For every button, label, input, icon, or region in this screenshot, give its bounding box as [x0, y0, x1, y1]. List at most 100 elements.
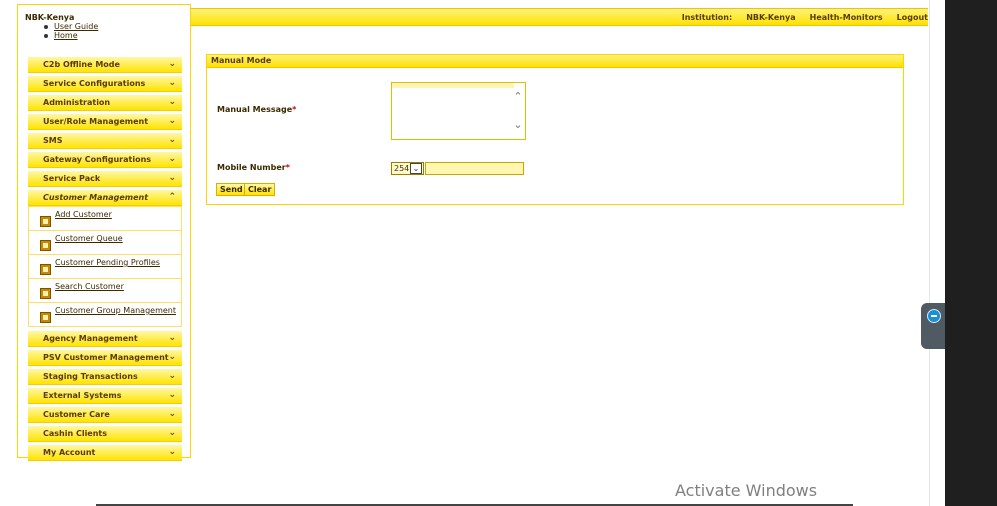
- search-icon: [40, 288, 51, 299]
- top-bar: Institution: NBK-Kenya Health-Monitors L…: [190, 8, 928, 26]
- country-code-value: 254: [394, 164, 410, 173]
- mobile-number-label: Mobile Number*: [217, 163, 290, 172]
- sidebar-menu: C2b Offline Mode ⌄ Service Configuration…: [28, 57, 182, 464]
- add-user-icon: [40, 216, 51, 227]
- chevron-down-icon: ⌄: [168, 333, 176, 343]
- teamviewer-icon: [927, 309, 941, 323]
- bullet-icon: [44, 24, 48, 29]
- submenu-item-customer-queue[interactable]: Customer Queue: [29, 230, 181, 254]
- header-link-user-guide[interactable]: User Guide: [44, 22, 98, 31]
- top-links: Institution: NBK-Kenya Health-Monitors L…: [675, 9, 928, 25]
- sidebar-item-label: Service Configurations: [43, 79, 146, 88]
- sidebar-item-customer-care[interactable]: Customer Care ⌄: [28, 407, 182, 423]
- scroll-down-icon[interactable]: ⌄: [513, 119, 523, 130]
- sidebar-item-customer-management[interactable]: Customer Management ⌃: [28, 190, 182, 206]
- right-margin: [929, 0, 946, 506]
- submenu-item-search-customer[interactable]: Search Customer: [29, 278, 181, 302]
- sidebar-item-label: Cashin Clients: [43, 429, 108, 438]
- group-icon: [40, 312, 51, 323]
- chevron-down-icon: ⌄: [168, 352, 176, 362]
- customer-pending-profiles-link[interactable]: Customer Pending Profiles: [55, 258, 160, 267]
- institution-label: Institution:: [681, 12, 733, 22]
- sidebar-item-label: Administration: [43, 98, 111, 107]
- chevron-down-icon: ⌄: [168, 409, 176, 419]
- logout-link[interactable]: Logout: [897, 13, 928, 22]
- sidebar-header: NBK-Kenya User Guide Home: [18, 5, 190, 44]
- textarea-top-bar: [392, 83, 514, 88]
- country-code-select[interactable]: 254 ⌄: [391, 162, 424, 175]
- chevron-up-icon: ⌃: [168, 192, 176, 202]
- sidebar-item-cashin-clients[interactable]: Cashin Clients ⌄: [28, 426, 182, 442]
- sidebar-item-label: C2b Offline Mode: [43, 60, 120, 69]
- sidebar-item-administration[interactable]: Administration ⌄: [28, 95, 182, 111]
- submenu-item-customer-group-management[interactable]: Customer Group Management: [29, 302, 181, 326]
- sidebar-item-c2b-offline-mode[interactable]: C2b Offline Mode ⌄: [28, 57, 182, 73]
- send-button[interactable]: Send: [216, 183, 247, 196]
- chevron-down-icon: ⌄: [168, 97, 176, 107]
- header-links: User Guide Home: [44, 22, 98, 40]
- sidebar-item-my-account[interactable]: My Account ⌄: [28, 445, 182, 461]
- sidebar-item-staging-transactions[interactable]: Staging Transactions ⌄: [28, 369, 182, 385]
- home-link[interactable]: Home: [54, 31, 78, 40]
- customer-queue-link[interactable]: Customer Queue: [55, 234, 123, 243]
- header-link-home[interactable]: Home: [44, 31, 98, 40]
- sidebar-item-label: Staging Transactions: [43, 372, 138, 381]
- scroll-up-icon[interactable]: ⌃: [513, 91, 523, 102]
- panel-title: Manual Mode: [207, 55, 903, 68]
- clear-button[interactable]: Clear: [244, 183, 276, 196]
- customer-management-submenu: Add Customer Customer Queue Customer Pen…: [28, 206, 182, 327]
- chevron-down-icon: ⌄: [168, 135, 176, 145]
- manual-message-label-text: Manual Message: [217, 105, 293, 114]
- pending-profiles-icon: [40, 264, 51, 275]
- sidebar-item-agency-management[interactable]: Agency Management ⌄: [28, 331, 182, 347]
- activate-windows-watermark: Activate Windows: [675, 481, 818, 500]
- chevron-down-icon: ⌄: [168, 390, 176, 400]
- sidebar-item-label: User/Role Management: [43, 117, 149, 126]
- mobile-number-label-text: Mobile Number: [217, 163, 286, 172]
- sidebar-item-external-systems[interactable]: External Systems ⌄: [28, 388, 182, 404]
- sidebar: NBK-Kenya User Guide Home C2b Offline Mo…: [17, 4, 191, 461]
- brand: NBK-Kenya: [25, 13, 75, 22]
- submenu-item-add-customer[interactable]: Add Customer: [29, 207, 181, 230]
- chevron-down-icon: ⌄: [168, 173, 176, 183]
- required-mark: *: [292, 105, 297, 114]
- chevron-down-icon: ⌄: [168, 78, 176, 88]
- chevron-down-icon: ⌄: [168, 428, 176, 438]
- chevron-down-icon: ⌄: [168, 447, 176, 457]
- mobile-number-input[interactable]: [425, 162, 524, 175]
- sidebar-item-service-pack[interactable]: Service Pack ⌄: [28, 171, 182, 187]
- add-customer-link[interactable]: Add Customer: [55, 210, 112, 219]
- sidebar-item-psv-customer-management[interactable]: PSV Customer Management ⌄: [28, 350, 182, 366]
- health-monitors-link[interactable]: Health-Monitors: [810, 13, 883, 22]
- search-customer-link[interactable]: Search Customer: [55, 282, 124, 291]
- manual-message-label: Manual Message*: [217, 105, 296, 114]
- sidebar-item-label: PSV Customer Management: [43, 353, 169, 362]
- teamviewer-tab[interactable]: [921, 303, 945, 349]
- chevron-down-icon: ⌄: [168, 371, 176, 381]
- sidebar-item-user-role-management[interactable]: User/Role Management ⌄: [28, 114, 182, 130]
- sidebar-item-label: My Account: [43, 448, 96, 457]
- sidebar-item-sms[interactable]: SMS ⌄: [28, 133, 182, 149]
- sidebar-item-service-configurations[interactable]: Service Configurations ⌄: [28, 76, 182, 92]
- user-guide-link[interactable]: User Guide: [54, 22, 98, 31]
- mobile-number-group: 254 ⌄: [391, 162, 524, 175]
- sidebar-item-label: Customer Care: [43, 410, 110, 419]
- sidebar-item-label: Customer Management: [43, 193, 149, 202]
- chevron-down-icon: ⌄: [168, 116, 176, 126]
- submenu-item-customer-pending-profiles[interactable]: Customer Pending Profiles: [29, 254, 181, 278]
- chevron-down-icon: ⌄: [168, 154, 176, 164]
- chevron-down-icon: ⌄: [168, 59, 176, 69]
- sidebar-item-label: External Systems: [43, 391, 122, 400]
- sidebar-item-label: Agency Management: [43, 334, 138, 343]
- queue-icon: [40, 240, 51, 251]
- customer-group-management-link[interactable]: Customer Group Management: [55, 306, 176, 315]
- chevron-down-icon[interactable]: ⌄: [410, 163, 422, 174]
- sidebar-item-label: Gateway Configurations: [43, 155, 152, 164]
- bullet-icon: [44, 33, 48, 38]
- required-mark: *: [285, 163, 290, 172]
- sidebar-item-gateway-configurations[interactable]: Gateway Configurations ⌄: [28, 152, 182, 168]
- manual-mode-panel: Manual Mode Manual Message* ⌃ ⌄ Mobile N…: [206, 54, 904, 205]
- right-dark-area: [945, 0, 997, 506]
- sidebar-item-label: Service Pack: [43, 174, 101, 183]
- manual-message-textarea[interactable]: ⌃ ⌄: [391, 82, 526, 140]
